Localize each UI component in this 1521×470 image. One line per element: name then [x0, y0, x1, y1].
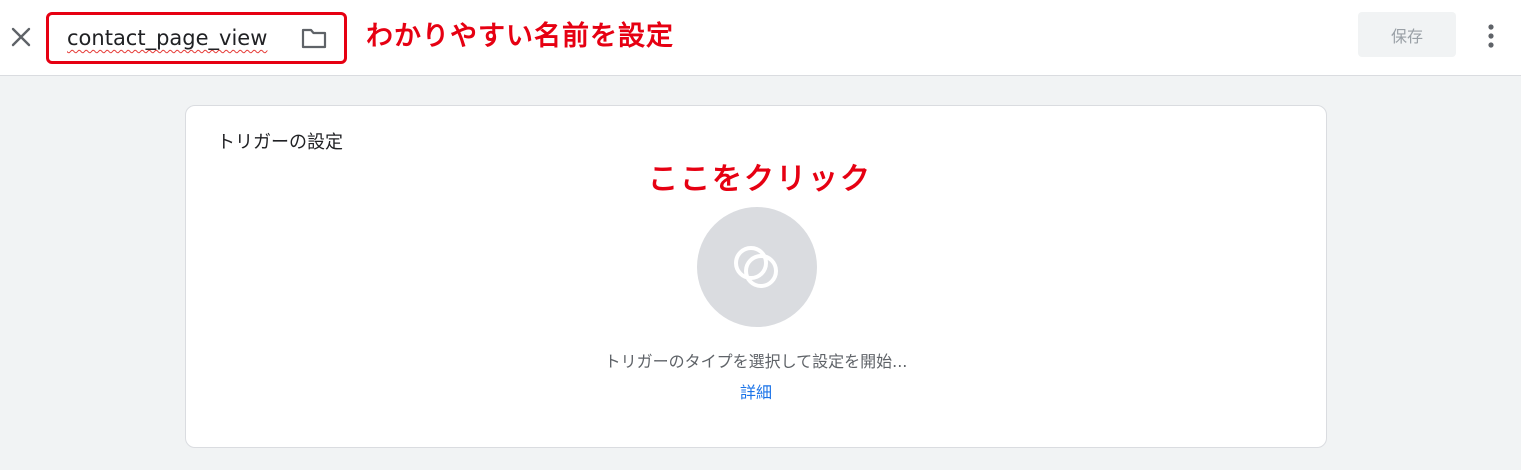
choose-trigger-button[interactable]	[697, 207, 817, 327]
top-bar: contact_page_view わかりやすい名前を設定 保存	[0, 0, 1521, 76]
details-link[interactable]: 詳細	[186, 379, 1326, 403]
save-button[interactable]: 保存	[1358, 12, 1456, 57]
trigger-prompt-text: トリガーのタイプを選択して設定を開始...	[604, 352, 908, 371]
more-vert-icon[interactable]	[1478, 21, 1504, 51]
tag-name-text[interactable]: contact_page_view	[67, 25, 267, 51]
click-annotation: ここをクリック	[648, 162, 872, 197]
folder-icon[interactable]	[300, 26, 328, 50]
trigger-config-card: トリガーの設定 ここをクリック トリガーのタイプを選択して設定を開始... 詳細	[185, 105, 1327, 448]
trigger-icon	[734, 246, 778, 288]
tag-name-field[interactable]: contact_page_view	[46, 12, 347, 64]
card-title: トリガーの設定	[217, 132, 343, 153]
name-annotation: わかりやすい名前を設定	[366, 21, 674, 52]
close-icon[interactable]	[8, 24, 34, 50]
